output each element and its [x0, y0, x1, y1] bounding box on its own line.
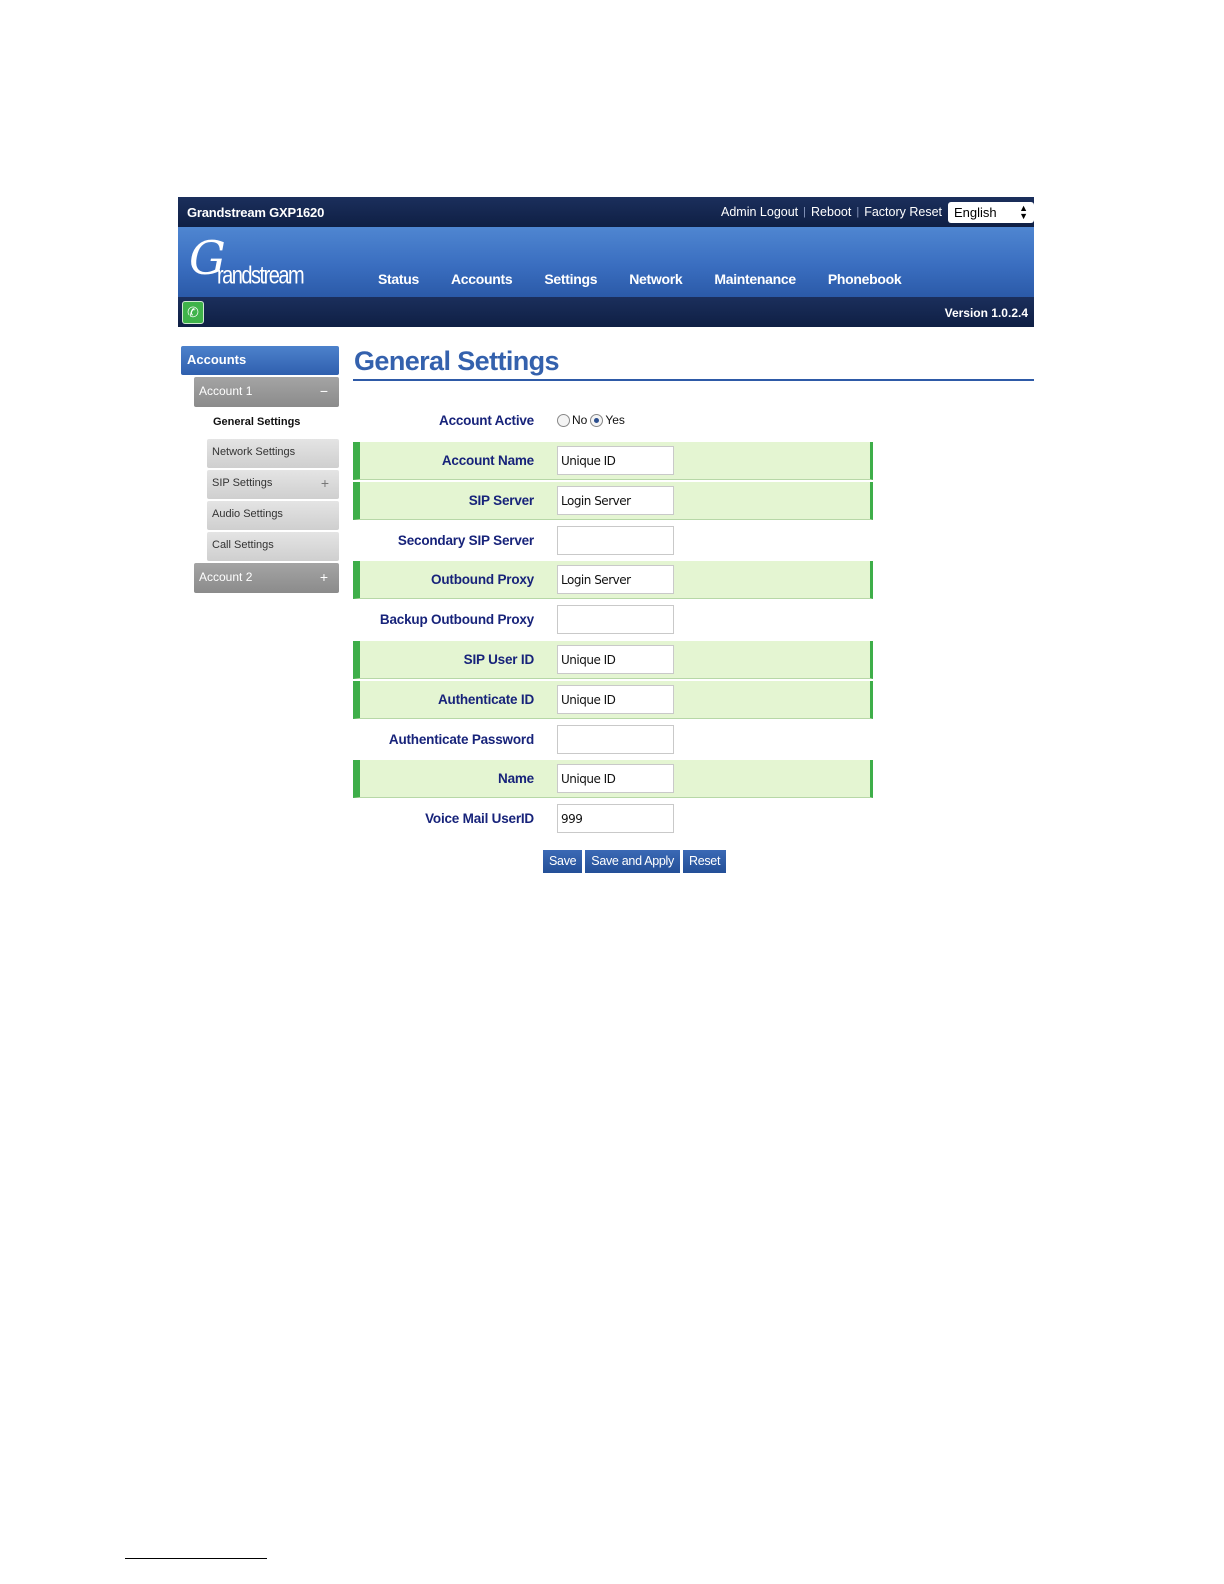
sidebar-item-network-settings[interactable]: Network Settings	[207, 439, 339, 468]
outbound-proxy-field[interactable]: Login Server	[557, 565, 674, 595]
sidebar-item-label: Network Settings	[212, 446, 296, 458]
divider: |	[856, 206, 860, 218]
field-label: SIP Server	[468, 492, 535, 508]
voice-mail-userid-field[interactable]: 999	[557, 804, 674, 834]
field-label: Account Active	[439, 413, 534, 428]
field-label: Secondary SIP Server	[397, 532, 534, 548]
divider: |	[803, 206, 807, 218]
sidebar-item-audio-settings[interactable]: Audio Settings	[207, 501, 339, 530]
expand-icon[interactable]: +	[321, 476, 329, 492]
tab-network[interactable]: Network	[629, 271, 682, 287]
account-name-row: Account Name Unique ID	[353, 442, 873, 480]
authenticate-password-row: Authenticate Password	[353, 721, 873, 759]
sidebar-item-label: Audio Settings	[212, 508, 283, 520]
sidebar: Accounts Account 1 − General Settings Ne…	[181, 346, 339, 593]
account-active-row: Account Active No Yes	[353, 402, 873, 440]
field-label: Authenticate Password	[388, 731, 534, 747]
account-name-field[interactable]: Unique ID	[557, 446, 674, 475]
version-bar: ✆ Version 1.0.2.4	[178, 297, 1034, 327]
language-select[interactable]: English ▲ ▼	[948, 201, 1034, 223]
footnote-divider	[125, 1558, 267, 1559]
sidebar-item-label: Call Settings	[212, 539, 274, 551]
phone-icon: ✆	[182, 301, 204, 324]
radio-yes-label: Yes	[605, 413, 625, 427]
sidebar-heading[interactable]: Accounts	[181, 346, 339, 375]
admin-logout-link[interactable]: Admin Logout	[721, 205, 798, 219]
sidebar-item-label: SIP Settings	[212, 477, 273, 489]
outbound-proxy-row: Outbound Proxy Login Server	[353, 561, 873, 600]
reboot-link[interactable]: Reboot	[811, 205, 851, 219]
version-label: Version 1.0.2.4	[944, 306, 1028, 320]
main-content: General Settings Account Active No Yes A…	[353, 346, 1034, 873]
secondary-sip-server-row: Secondary SIP Server	[353, 522, 873, 560]
field-label: Outbound Proxy	[431, 572, 534, 588]
web-ui-frame: Grandstream GXP1620 Admin Logout | Reboo…	[178, 197, 1034, 327]
select-arrows-icon: ▲ ▼	[1019, 203, 1028, 221]
authenticate-id-row: Authenticate ID Unique ID	[353, 680, 873, 719]
tab-maintenance[interactable]: Maintenance	[714, 271, 796, 287]
sip-server-field[interactable]: Login Server	[557, 485, 674, 515]
secondary-sip-server-field[interactable]	[557, 525, 674, 555]
radio-no[interactable]	[557, 413, 570, 427]
field-label: Name	[498, 771, 534, 787]
grandstream-logo: G randstream	[189, 231, 305, 290]
field-label: SIP User ID	[463, 652, 535, 667]
tab-phonebook[interactable]: Phonebook	[828, 271, 902, 287]
sidebar-item-account-1[interactable]: Account 1 −	[194, 377, 339, 407]
field-label: Account Name	[441, 453, 534, 468]
field-label: Voice Mail UserID	[425, 811, 534, 827]
sidebar-item-call-settings[interactable]: Call Settings	[207, 532, 339, 561]
tab-accounts[interactable]: Accounts	[451, 271, 513, 287]
backup-outbound-proxy-row: Backup Outbound Proxy	[353, 601, 873, 639]
expand-icon[interactable]: +	[320, 570, 328, 586]
device-model: Grandstream GXP1620	[187, 204, 325, 220]
sidebar-item-label: Account 1	[199, 384, 253, 398]
authenticate-password-field[interactable]	[557, 724, 674, 754]
top-bar: Grandstream GXP1620 Admin Logout | Reboo…	[178, 197, 1034, 227]
tab-status[interactable]: Status	[378, 271, 419, 287]
page-title: General Settings	[353, 346, 1034, 381]
name-row: Name Unique ID	[353, 760, 873, 799]
radio-no-label: No	[572, 413, 588, 427]
nav-band: G randstream Status Accounts Settings Ne…	[178, 227, 1034, 297]
account-active-radios: No Yes	[557, 413, 625, 427]
save-button[interactable]: Save	[543, 850, 583, 873]
factory-reset-link[interactable]: Factory Reset	[864, 205, 942, 219]
sidebar-item-general-settings[interactable]: General Settings	[213, 407, 339, 437]
top-links: Admin Logout | Reboot | Factory Reset En…	[721, 201, 1034, 223]
name-field[interactable]: Unique ID	[557, 764, 674, 794]
main-nav: Status Accounts Settings Network Mainten…	[378, 271, 933, 287]
collapse-icon[interactable]: −	[320, 384, 328, 400]
backup-outbound-proxy-field[interactable]	[557, 605, 674, 635]
field-label: Backup Outbound Proxy	[379, 612, 534, 628]
language-value: English	[954, 204, 997, 220]
form-buttons: Save Save and Apply Reset	[543, 850, 729, 873]
save-and-apply-button[interactable]: Save and Apply	[585, 850, 680, 873]
voice-mail-userid-row: Voice Mail UserID 999	[353, 800, 873, 838]
sip-user-id-field[interactable]: Unique ID	[557, 645, 674, 674]
sidebar-item-account-2[interactable]: Account 2 +	[194, 563, 339, 593]
sidebar-item-sip-settings[interactable]: SIP Settings +	[207, 470, 339, 499]
tab-settings[interactable]: Settings	[544, 271, 597, 287]
sidebar-item-label: Account 2	[199, 570, 253, 584]
authenticate-id-field[interactable]: Unique ID	[557, 684, 674, 714]
reset-button[interactable]: Reset	[682, 850, 727, 873]
radio-yes[interactable]	[590, 413, 604, 427]
sip-server-row: SIP Server Login Server	[353, 481, 873, 520]
sip-user-id-row: SIP User ID Unique ID	[353, 641, 873, 679]
field-label: Authenticate ID	[437, 691, 534, 707]
